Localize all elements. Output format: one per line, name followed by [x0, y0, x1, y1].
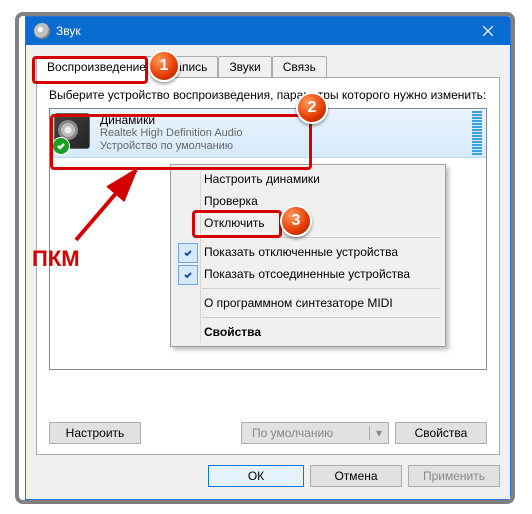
menu-midi[interactable]: О программном синтезаторе MIDI — [174, 292, 442, 314]
set-default-label: По умолчанию — [252, 426, 333, 440]
device-icon-wrap — [54, 113, 94, 153]
check-icon — [178, 243, 198, 263]
cancel-button[interactable]: Отмена — [310, 465, 402, 487]
titlebar: Звук — [26, 17, 510, 45]
tab-sounds[interactable]: Звуки — [218, 56, 271, 77]
menu-properties[interactable]: Свойства — [174, 321, 442, 343]
menu-disable[interactable]: Отключить — [174, 212, 442, 234]
default-check-icon — [52, 137, 70, 155]
tab-recording[interactable]: Запись — [157, 56, 218, 77]
configure-button[interactable]: Настроить — [49, 422, 141, 444]
menu-show-disabled-label: Показать отключенные устройства — [204, 245, 398, 259]
close-button[interactable] — [465, 17, 510, 45]
set-default-button[interactable]: По умолчанию ▾ — [241, 422, 389, 444]
device-name: Динамики — [100, 113, 472, 127]
panel-bottom-buttons: Настроить По умолчанию ▾ Свойства — [49, 422, 487, 444]
tab-playback[interactable]: Воспроизведение — [36, 56, 157, 78]
sound-icon — [34, 23, 50, 39]
ok-button[interactable]: ОК — [208, 465, 304, 487]
menu-separator — [202, 288, 440, 289]
properties-button[interactable]: Свойства — [395, 422, 487, 444]
dialog-buttons: ОК Отмена Применить — [26, 465, 500, 487]
menu-show-disabled[interactable]: Показать отключенные устройства — [174, 241, 442, 263]
menu-separator — [202, 317, 440, 318]
tab-bar: Воспроизведение Запись Звуки Связь — [36, 53, 510, 77]
context-menu: Настроить динамики Проверка Отключить По… — [170, 164, 446, 347]
apply-button[interactable]: Применить — [408, 465, 500, 487]
instruction-text: Выберите устройство воспроизведения, пар… — [49, 88, 487, 102]
device-speakers[interactable]: Динамики Realtek High Definition Audio У… — [50, 109, 486, 158]
device-desc2: Устройство по умолчанию — [100, 140, 472, 153]
window-title: Звук — [56, 24, 465, 38]
chevron-down-icon: ▾ — [369, 426, 382, 440]
tab-communications[interactable]: Связь — [272, 56, 327, 77]
menu-show-disconnected[interactable]: Показать отсоединенные устройства — [174, 263, 442, 285]
device-text: Динамики Realtek High Definition Audio У… — [100, 113, 472, 153]
menu-separator — [202, 237, 440, 238]
menu-test[interactable]: Проверка — [174, 190, 442, 212]
menu-configure-speakers[interactable]: Настроить динамики — [174, 168, 442, 190]
level-meter — [472, 111, 482, 155]
check-icon — [178, 265, 198, 285]
menu-show-disconnected-label: Показать отсоединенные устройства — [204, 267, 410, 281]
device-desc1: Realtek High Definition Audio — [100, 127, 472, 140]
